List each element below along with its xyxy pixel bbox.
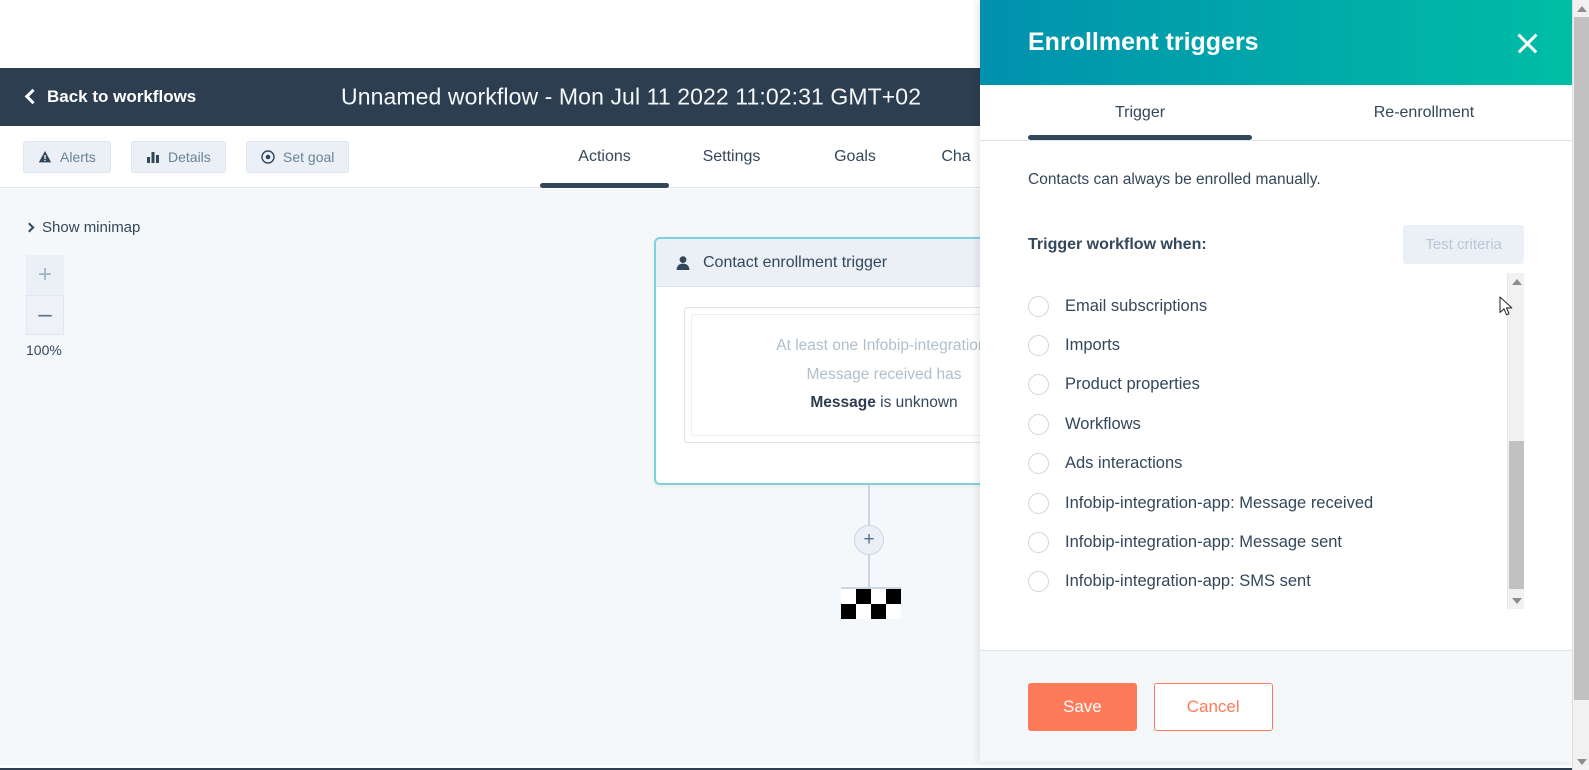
back-to-workflows-label: Back to workflows (47, 87, 197, 106)
back-to-workflows-link[interactable]: Back to workflows (24, 87, 197, 107)
app-root: Back to workflows Unnamed workflow - Mon… (0, 0, 1589, 770)
zoom-controls: + – 100% (26, 255, 64, 358)
save-button[interactable]: Save (1028, 682, 1137, 731)
test-criteria-button[interactable]: Test criteria (1403, 225, 1524, 264)
radio-button-icon[interactable] (1028, 374, 1049, 396)
zoom-level-label: 100% (26, 342, 62, 358)
radio-button-icon[interactable] (1028, 334, 1049, 356)
trigger-option-row[interactable]: Infobip-integration-app: Message receive… (1028, 483, 1502, 522)
scroll-up-arrow-icon[interactable] (1508, 273, 1524, 290)
trigger-option-row[interactable]: Workflows (1028, 405, 1502, 444)
options-list-scrollbar[interactable] (1507, 273, 1524, 609)
set-goal-label: Set goal (283, 149, 335, 165)
browser-scroll-down-arrow-icon[interactable] (1573, 753, 1589, 770)
panel-body: Contacts can always be enrolled manually… (980, 141, 1572, 650)
trigger-options-list: Marketing emails Email subscriptions Impor… (1028, 273, 1524, 609)
details-button[interactable]: Details (131, 141, 226, 173)
page-title: Unnamed workflow - Mon Jul 11 2022 11:02… (341, 83, 922, 110)
trigger-options-scroll-content: Marketing emails Email subscriptions Impor… (1028, 273, 1502, 602)
zoom-out-button[interactable]: – (26, 295, 64, 335)
zoom-in-button[interactable]: + (26, 255, 64, 295)
trigger-option-row[interactable]: Infobip-integration-app: Message sent (1028, 523, 1502, 562)
scroll-down-arrow-icon[interactable] (1508, 592, 1524, 609)
target-icon (261, 150, 275, 164)
tab-actions-label: Actions (578, 148, 631, 165)
panel-header: Enrollment triggers (980, 0, 1572, 85)
tab-active-underline (540, 183, 669, 188)
trigger-option-label: Product properties (1065, 375, 1200, 394)
trigger-card-header-label: Contact enrollment trigger (703, 253, 888, 271)
set-goal-button[interactable]: Set goal (246, 141, 350, 173)
radio-button-icon[interactable] (1028, 295, 1049, 317)
tab-goals[interactable]: Goals (794, 126, 916, 188)
tab-settings-label: Settings (702, 148, 761, 165)
tab-changes-label: Cha (941, 148, 971, 165)
radio-button-icon[interactable] (1028, 492, 1049, 514)
details-label: Details (168, 149, 211, 165)
trigger-option-label: Ads interactions (1065, 454, 1183, 473)
tab-settings[interactable]: Settings (669, 126, 794, 188)
trigger-option-row[interactable]: Ads interactions (1028, 444, 1502, 483)
end-of-workflow-flag-icon (841, 589, 901, 619)
alerts-button[interactable]: Alerts (23, 141, 111, 173)
panel-tab-reenrollment-label: Re-enrollment (1373, 103, 1475, 121)
browser-scrollbar[interactable] (1572, 0, 1589, 770)
panel-title: Enrollment triggers (1028, 28, 1259, 56)
trigger-option-label: Imports (1065, 335, 1121, 354)
tab-goals-label: Goals (834, 148, 876, 165)
panel-tab-active-underline (1028, 135, 1252, 140)
radio-button-icon[interactable] (1028, 413, 1049, 435)
workflow-tabs: Actions Settings Goals Cha (540, 126, 996, 188)
chevron-right-icon (24, 222, 35, 233)
trigger-option-row[interactable]: Email subscriptions (1028, 286, 1502, 325)
panel-tab-trigger[interactable]: Trigger (998, 85, 1282, 140)
trigger-option-row[interactable]: Infobip-integration-app: SMS sent (1028, 562, 1502, 601)
radio-button-icon[interactable] (1028, 453, 1049, 475)
cancel-button[interactable]: Cancel (1153, 682, 1273, 731)
enrollment-triggers-panel: Enrollment triggers Trigger Re-enrollmen… (980, 0, 1572, 762)
panel-tab-reenrollment[interactable]: Re-enrollment (1282, 85, 1566, 140)
radio-button-icon[interactable] (1028, 531, 1049, 553)
trigger-option-label: Infobip-integration-app: Message sent (1065, 532, 1343, 551)
criteria-property-tail: is unknown (875, 394, 958, 412)
options-scrollbar-thumb[interactable] (1509, 441, 1524, 589)
panel-tab-trigger-label: Trigger (1114, 103, 1166, 121)
alerts-label: Alerts (60, 149, 96, 165)
trigger-when-row: Trigger workflow when: Test criteria (1028, 225, 1524, 264)
trigger-option-row[interactable]: Marketing emails (1028, 273, 1502, 286)
trigger-option-label: Marketing emails (1065, 273, 1190, 276)
contact-person-icon (675, 255, 691, 271)
panel-tabs: Trigger Re-enrollment (980, 85, 1572, 141)
trigger-when-label: Trigger workflow when: (1028, 235, 1207, 253)
close-icon[interactable] (1512, 28, 1542, 58)
trigger-option-row[interactable]: Imports (1028, 326, 1502, 365)
browser-scrollbar-thumb[interactable] (1574, 17, 1589, 700)
show-minimap-toggle[interactable]: Show minimap (24, 219, 141, 236)
browser-scroll-up-arrow-icon[interactable] (1573, 0, 1589, 17)
trigger-option-label: Email subscriptions (1065, 296, 1208, 315)
show-minimap-label: Show minimap (42, 219, 141, 236)
criteria-property-name: Message (810, 394, 876, 412)
trigger-option-row[interactable]: Product properties (1028, 365, 1502, 404)
chevron-left-icon (24, 88, 41, 105)
trigger-option-label: Workflows (1065, 414, 1141, 433)
panel-footer: Save Cancel (980, 650, 1572, 762)
radio-button-icon[interactable] (1028, 571, 1049, 593)
manual-enrollment-note: Contacts can always be enrolled manually… (1028, 171, 1321, 188)
tab-actions[interactable]: Actions (540, 126, 669, 188)
trigger-option-label: Infobip-integration-app: SMS sent (1065, 572, 1311, 591)
trigger-option-label: Infobip-integration-app: Message receive… (1065, 493, 1374, 512)
radio-button-icon[interactable] (1028, 273, 1049, 278)
bar-chart-icon (146, 150, 160, 164)
add-action-button[interactable]: + (854, 525, 884, 555)
alert-triangle-icon (38, 150, 52, 164)
